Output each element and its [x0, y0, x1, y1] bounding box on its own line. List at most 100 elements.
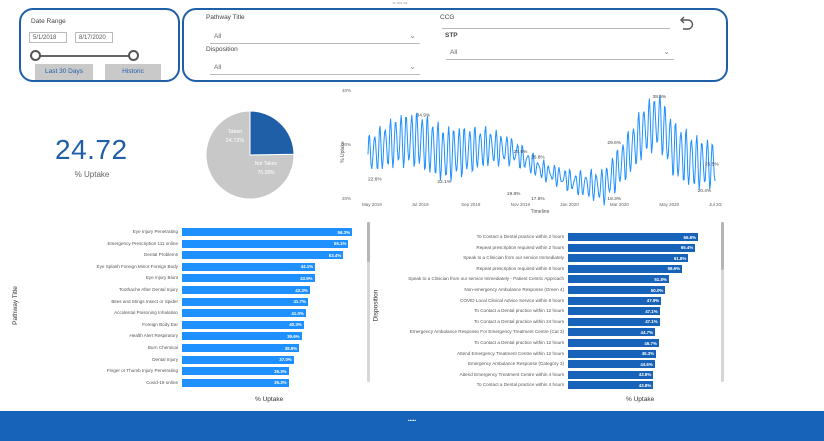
bar-mark[interactable]: 58.6%: [568, 264, 683, 273]
reset-filters-icon[interactable]: [678, 16, 694, 32]
bar-mark[interactable]: 55.1%: [182, 239, 349, 248]
bar-mark[interactable]: 61.8%: [568, 254, 689, 263]
bar-value-label: 47.1%: [645, 319, 658, 325]
bar-mark[interactable]: 43.8%: [568, 381, 654, 390]
bar-mark[interactable]: 56.3%: [182, 228, 352, 236]
bar-category-label: Eye Injury Penetrating: [132, 229, 178, 234]
bar-category-label: Non-emergency Ambulance Response (Green …: [464, 287, 564, 292]
disposition-scrollbar[interactable]: [721, 222, 724, 382]
historic-button[interactable]: Historic: [105, 64, 161, 80]
line-data-label: 38.5%: [653, 94, 667, 100]
pie-not-taken-value: 75.28%: [258, 170, 276, 176]
pie-slice-taken[interactable]: [249, 110, 295, 156]
x-tick-label: Jul 2020: [709, 202, 722, 207]
bar-category-label: Emergency Ambulance Response For Emergen…: [409, 329, 564, 335]
x-tick-label: Nov 2019: [511, 202, 531, 207]
bar-value-label: 41.7%: [293, 299, 306, 305]
bar-mark[interactable]: 47.1%: [568, 317, 660, 326]
chevron-down-icon: ⌄: [663, 47, 670, 56]
date-range-panel: Date Range 5/1/2018 8/17/2020 Last 30 Da…: [19, 8, 180, 82]
uptake-pie-chart: Taken 24.72% Not Taken 75.28%: [205, 110, 295, 200]
bar-category-label: Speak to a Clinician from our service Im…: [463, 255, 564, 261]
end-date-input[interactable]: 8/17/2020: [75, 32, 113, 43]
bar-mark[interactable]: 44.1%: [182, 262, 316, 271]
filters-panel: Pathway Title All ⌄ Disposition All ⌄ CC…: [182, 8, 728, 82]
bar-mark[interactable]: 51.8%: [568, 275, 669, 284]
bar-value-label: 47.9%: [646, 298, 660, 304]
line-data-label: 27.9%: [514, 149, 528, 155]
bar-category-label: Foreign Body Ear: [142, 321, 178, 327]
bar-mark[interactable]: 43.9%: [182, 274, 315, 283]
chevron-down-icon: ⌄: [409, 31, 416, 40]
bar-value-label: 35.3%: [274, 380, 287, 386]
bar-category-label: Speak to a Clinician from our service Im…: [408, 276, 564, 282]
date-slider-track[interactable]: [35, 55, 135, 57]
ccg-dropdown[interactable]: [442, 19, 670, 29]
bar-mark[interactable]: 35.3%: [182, 367, 289, 376]
line-data-label: 17.6%: [531, 196, 545, 202]
bar-category-label: Eye Splash Foreign Minor Foreign Body: [96, 263, 178, 269]
bar-value-label: 45.3%: [641, 351, 655, 357]
date-range-label: Date Range: [31, 18, 66, 25]
slider-start-handle[interactable]: [30, 50, 41, 61]
bar-value-label: 42.3%: [295, 287, 308, 293]
bar-value-label: 38.8%: [284, 345, 298, 351]
bar-value-label: 43.9%: [300, 275, 313, 281]
bar-mark[interactable]: 53.4%: [182, 251, 344, 260]
bar-value-label: 40.3%: [289, 322, 302, 328]
bar-mark[interactable]: 35.3%: [182, 378, 289, 387]
disposition-value: All: [214, 64, 222, 71]
pathway-scrollbar[interactable]: [367, 222, 370, 382]
uptake-line-series[interactable]: [367, 94, 716, 206]
bar-mark[interactable]: 40.3%: [182, 320, 304, 329]
bar-mark[interactable]: 46.7%: [568, 339, 659, 347]
bar-category-label: To Contact a Dental practice within 2 ho…: [476, 234, 564, 239]
bar-category-label: Eye Injury Blunt: [145, 275, 178, 281]
bar-value-label: 44.6%: [640, 361, 653, 367]
report-title: •• •••• •••: [392, 0, 408, 5]
bar-mark[interactable]: 39.6%: [182, 332, 302, 341]
pathway-title-dropdown[interactable]: All ⌄: [210, 30, 420, 44]
bar-value-label: 39.6%: [287, 333, 300, 339]
bar-mark[interactable]: 44.7%: [568, 328, 655, 337]
line-data-label: 26.8%: [531, 155, 545, 161]
bar-category-label: Accidental Poisoning Inhalation: [114, 310, 178, 316]
disposition-dropdown[interactable]: All ⌄: [210, 61, 420, 75]
bar-mark[interactable]: 43.8%: [568, 370, 654, 379]
bar-mark[interactable]: 42.3%: [182, 286, 310, 294]
uptake-kpi-value: 24.72: [55, 134, 128, 165]
line-data-label: 18.3%: [607, 196, 621, 202]
pathway-title-value: All: [214, 33, 222, 40]
bar-category-label: To Contact a Dental practice within 4 ho…: [476, 382, 564, 388]
bar-mark[interactable]: 47.1%: [568, 307, 660, 316]
bar-mark[interactable]: 41.7%: [182, 297, 308, 306]
bar-mark[interactable]: 38.8%: [182, 344, 300, 352]
bar-category-label: Repeat prescription required within 2 ho…: [476, 244, 564, 250]
y-tick-label: 40%: [342, 88, 351, 93]
bar-mark[interactable]: 41.0%: [182, 309, 306, 318]
bar-mark[interactable]: 47.9%: [568, 296, 662, 305]
bar-value-label: 66.8%: [683, 234, 696, 240]
bar-mark[interactable]: 50.0%: [568, 286, 666, 294]
bar-category-label: COVID Local Clinical Advice Service with…: [460, 297, 564, 303]
bar-mark[interactable]: 66.8%: [568, 233, 698, 241]
bar-value-label: 58.6%: [667, 266, 681, 272]
pathway-x-axis-title: % Uptake: [255, 396, 284, 403]
bar-mark[interactable]: 65.4%: [568, 243, 696, 252]
y-tick-label: 20%: [342, 196, 351, 201]
line-data-label: 22.6%: [368, 176, 382, 182]
bar-value-label: 41.0%: [291, 310, 304, 316]
last-30-days-button[interactable]: Last 30 Days: [35, 64, 93, 80]
bar-category-label: Finger or Thumb Injury Penetrating: [106, 368, 178, 374]
bar-value-label: 47.1%: [645, 308, 658, 314]
bar-mark[interactable]: 45.3%: [568, 349, 657, 358]
stp-dropdown[interactable]: All ⌄: [446, 46, 674, 60]
bar-value-label: 43.8%: [638, 382, 652, 388]
disposition-bar-chart: Disposition % Uptake To Contact a Dental…: [372, 222, 722, 408]
line-data-label: 29.6%: [607, 140, 621, 146]
bar-mark[interactable]: 44.6%: [568, 360, 655, 369]
bar-mark[interactable]: 37.0%: [182, 355, 294, 364]
x-tick-label: Jan 2020: [560, 202, 579, 207]
slider-end-handle[interactable]: [128, 50, 139, 61]
start-date-input[interactable]: 5/1/2018: [29, 32, 67, 43]
